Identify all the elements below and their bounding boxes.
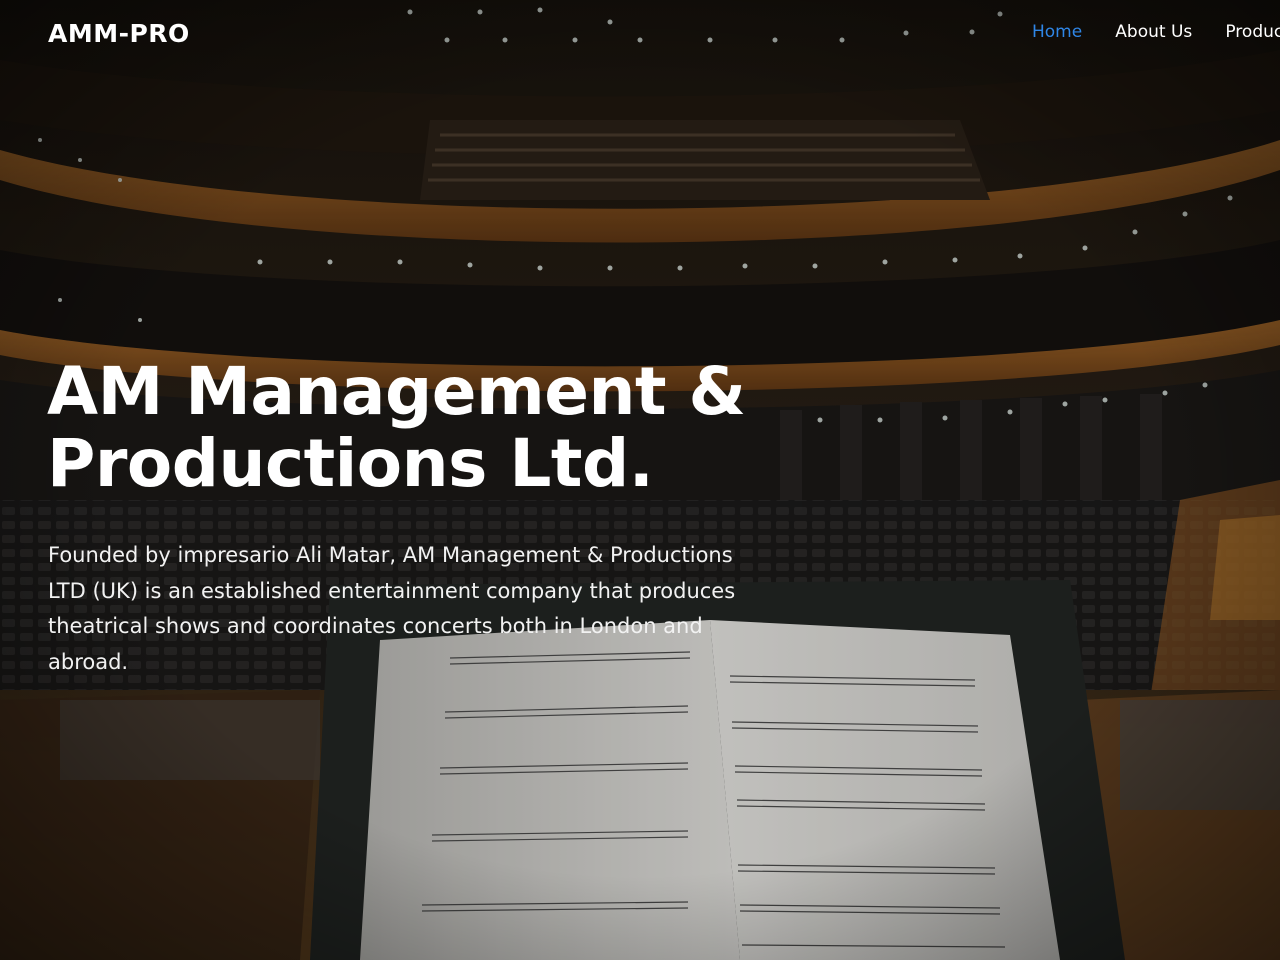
nav-item-productions[interactable]: Productions [1225,22,1280,42]
hero-description: Founded by impresario Ali Matar, AM Mana… [48,543,736,674]
hero-title: AM Management & Productions Ltd. [47,353,746,502]
site-logo[interactable]: AMM-PRO [48,19,190,48]
main-nav: Home About Us Productions [1032,22,1280,42]
site-header: AMM-PRO Home About Us Productions [0,0,1280,70]
nav-item-about-us[interactable]: About Us [1115,22,1192,42]
nav-item-home[interactable]: Home [1032,22,1082,42]
